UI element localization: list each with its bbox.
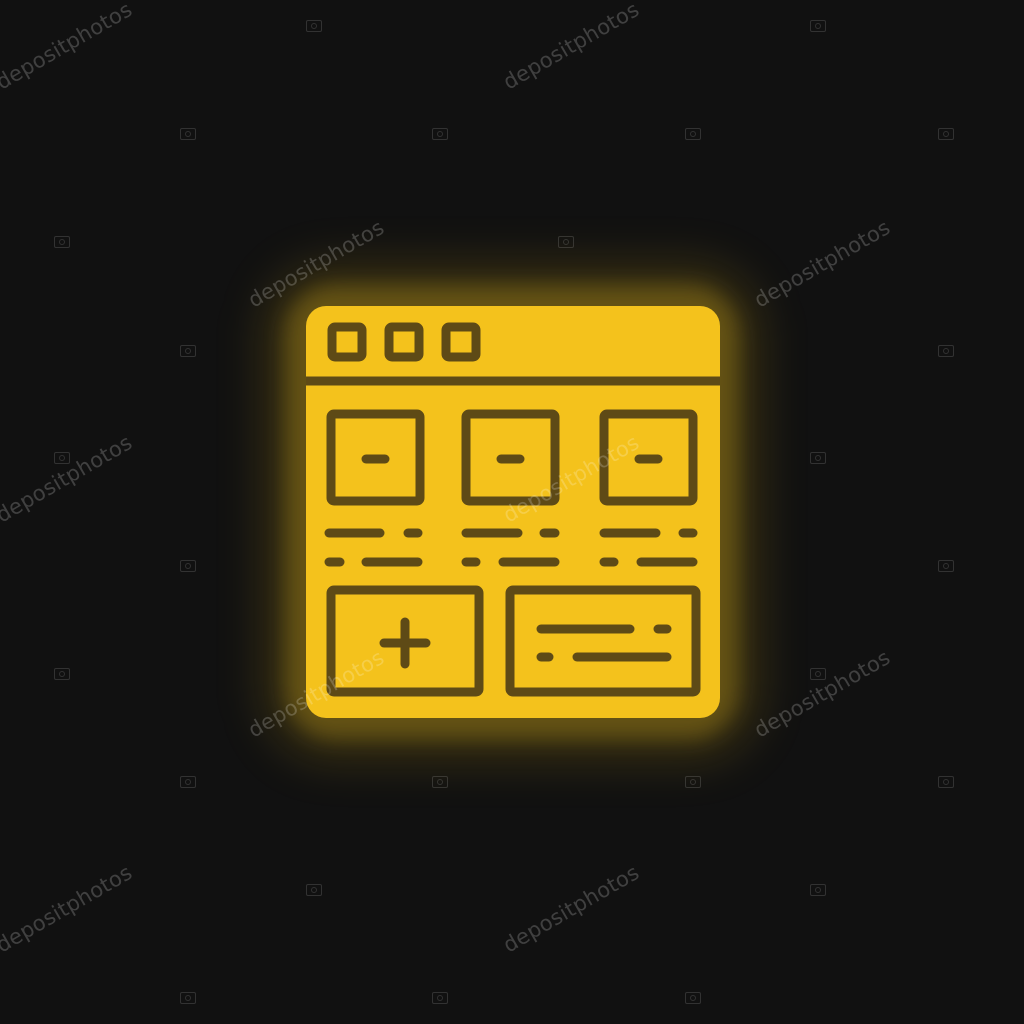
- web-page-layout-icon: [306, 306, 720, 718]
- canvas: depositphotos depositphotos depositphoto…: [0, 0, 1024, 1024]
